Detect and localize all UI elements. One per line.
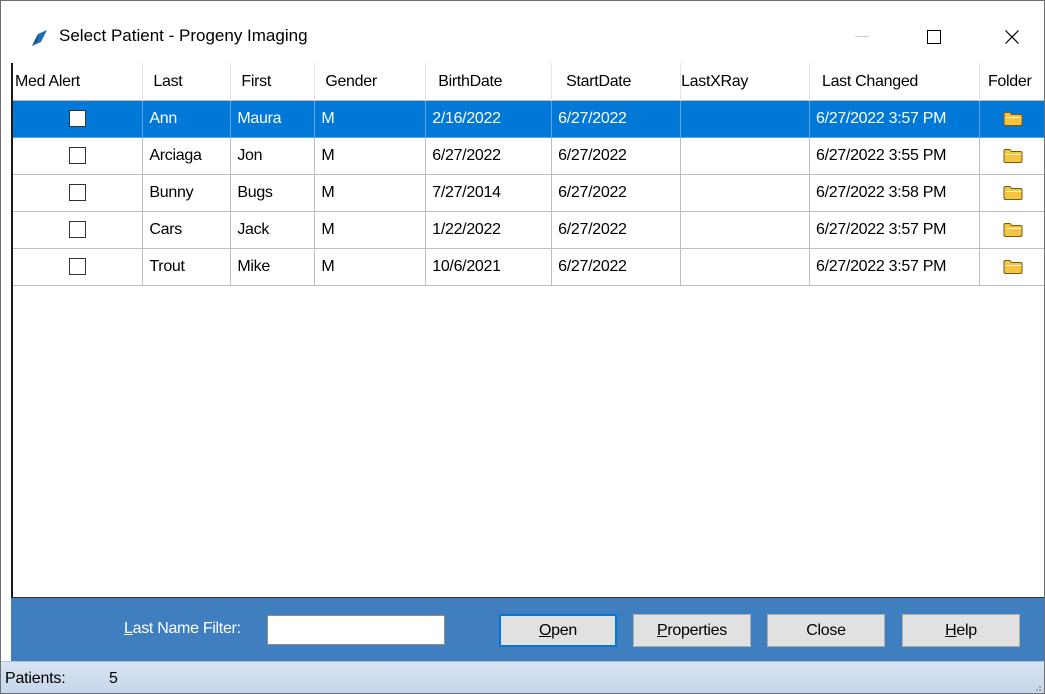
patient-grid[interactable]: Med Alert Last First Gender BirthDate St… (11, 63, 1044, 598)
table-row[interactable]: Cars Jack M 1/22/2022 6/27/2022 6/27/2022 3:5… (13, 211, 1044, 249)
status-bar: Patients: 5 (1, 661, 1044, 693)
patients-count-label: Patients: (5, 670, 66, 687)
folder-icon[interactable] (1003, 185, 1023, 201)
cell-gender: M (314, 174, 427, 212)
column-header-birthdate[interactable]: BirthDate (425, 63, 553, 101)
cell-last-changed: 6/27/2022 3:58 PM (809, 174, 980, 212)
cell-folder (979, 248, 1044, 286)
cell-med-alert (13, 174, 144, 212)
cell-first: Bugs (230, 174, 316, 212)
column-header-med-alert[interactable]: Med Alert (13, 63, 144, 101)
cell-lastxray (680, 100, 810, 138)
open-button[interactable]: Open (499, 614, 617, 647)
column-header-last-changed[interactable]: Last Changed (809, 63, 980, 101)
table-row[interactable]: Trout Mike M 10/6/2021 6/27/2022 6/27/2022 3:… (13, 248, 1044, 286)
table-row[interactable]: Ann Maura M 2/16/2022 6/27/2022 6/27/2022 3:5… (13, 100, 1044, 138)
maximize-icon (927, 30, 941, 44)
cell-startdate: 6/27/2022 (551, 100, 682, 138)
cell-last-changed: 6/27/2022 3:57 PM (809, 211, 980, 249)
cell-gender: M (314, 100, 427, 138)
column-header-last[interactable]: Last (142, 63, 232, 101)
column-header-lastxray[interactable]: LastXRay (680, 63, 810, 101)
cell-last: Trout (142, 248, 232, 286)
column-header-startdate[interactable]: StartDate (551, 63, 682, 101)
patient-table: Med Alert Last First Gender BirthDate St… (13, 63, 1044, 286)
cell-last: Cars (142, 211, 232, 249)
cell-med-alert (13, 137, 144, 175)
cell-first: Maura (230, 100, 316, 138)
header-row: Med Alert Last First Gender BirthDate St… (13, 63, 1044, 101)
column-header-folder[interactable]: Folder (979, 63, 1044, 101)
cell-folder (979, 174, 1044, 212)
cell-lastxray (680, 211, 810, 249)
cell-med-alert (13, 248, 144, 286)
cell-gender: M (314, 248, 427, 286)
cell-gender: M (314, 211, 427, 249)
med-alert-checkbox[interactable] (69, 184, 87, 202)
cell-birthdate: 2/16/2022 (425, 100, 553, 138)
cell-lastxray (680, 174, 810, 212)
resize-grip-icon[interactable] (1032, 682, 1042, 692)
cell-birthdate: 6/27/2022 (425, 137, 553, 175)
cell-last-changed: 6/27/2022 3:55 PM (809, 137, 980, 175)
close-window-button[interactable] (989, 15, 1035, 59)
cell-last: Ann (142, 100, 232, 138)
column-header-first[interactable]: First (230, 63, 316, 101)
cell-lastxray (680, 248, 810, 286)
folder-icon[interactable] (1003, 111, 1023, 127)
cell-startdate: 6/27/2022 (551, 211, 682, 249)
cell-birthdate: 7/27/2014 (425, 174, 553, 212)
cell-startdate: 6/27/2022 (551, 174, 682, 212)
cell-last: Arciaga (142, 137, 232, 175)
cell-lastxray (680, 137, 810, 175)
cell-startdate: 6/27/2022 (551, 137, 682, 175)
cell-first: Jack (230, 211, 316, 249)
folder-icon[interactable] (1003, 148, 1023, 164)
minimize-icon (855, 36, 869, 37)
close-icon (1005, 30, 1019, 44)
med-alert-checkbox[interactable] (69, 221, 87, 239)
progeny-logo-icon (32, 30, 47, 46)
close-button[interactable]: Close (767, 614, 885, 647)
cell-folder (979, 211, 1044, 249)
cell-folder (979, 137, 1044, 175)
minimize-button[interactable] (839, 15, 885, 59)
cell-last: Bunny (142, 174, 232, 212)
cell-birthdate: 10/6/2021 (425, 248, 553, 286)
cell-birthdate: 1/22/2022 (425, 211, 553, 249)
maximize-button[interactable] (911, 15, 957, 59)
cell-med-alert (13, 211, 144, 249)
column-header-gender[interactable]: Gender (314, 63, 427, 101)
table-row[interactable]: Bunny Bugs M 7/27/2014 6/27/2022 6/27/2022 3:… (13, 174, 1044, 212)
table-row[interactable]: Arciaga Jon M 6/27/2022 6/27/2022 6/27/2022 3… (13, 137, 1044, 175)
med-alert-checkbox[interactable] (69, 147, 87, 165)
properties-button[interactable]: Properties (633, 614, 751, 647)
cell-first: Mike (230, 248, 316, 286)
patients-count-value: 5 (109, 670, 118, 687)
title-bar[interactable]: Select Patient - Progeny Imaging (1, 1, 1044, 63)
cell-folder (979, 100, 1044, 138)
select-patient-window: Select Patient - Progeny Imaging Med Ale… (0, 0, 1045, 694)
med-alert-checkbox[interactable] (69, 110, 87, 128)
cell-gender: M (314, 137, 427, 175)
med-alert-checkbox[interactable] (69, 258, 87, 276)
last-name-filter-input[interactable] (267, 615, 445, 645)
cell-last-changed: 6/27/2022 3:57 PM (809, 248, 980, 286)
help-button[interactable]: Help (902, 614, 1020, 647)
filter-panel: Last Name Filter: Open Properties Close … (11, 598, 1044, 661)
window-title: Select Patient - Progeny Imaging (59, 26, 308, 45)
cell-med-alert (13, 100, 144, 138)
cell-first: Jon (230, 137, 316, 175)
folder-icon[interactable] (1003, 259, 1023, 275)
last-name-filter-label: Last Name Filter: (124, 620, 241, 637)
cell-last-changed: 6/27/2022 3:57 PM (809, 100, 980, 138)
cell-startdate: 6/27/2022 (551, 248, 682, 286)
folder-icon[interactable] (1003, 222, 1023, 238)
